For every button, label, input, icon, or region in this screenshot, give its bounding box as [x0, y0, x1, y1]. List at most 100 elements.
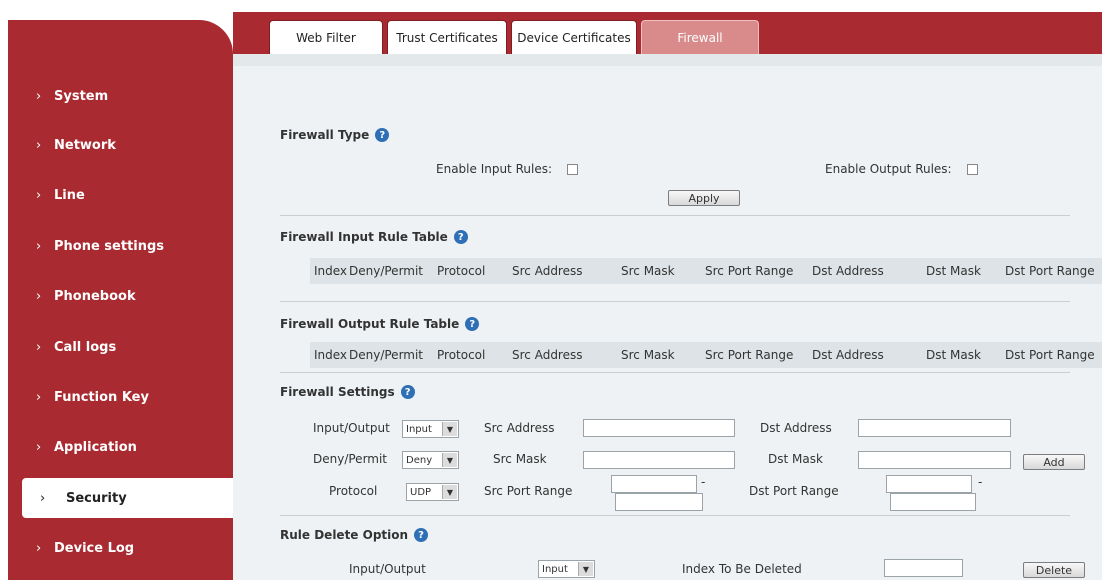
sidebar-item-label: Phone settings: [54, 238, 165, 254]
sidebar-item-label: Device Log: [54, 540, 135, 556]
delete-input-output-label: Input/Output: [349, 562, 426, 576]
sidebar-item-phone-settings[interactable]: › Phone settings: [8, 231, 233, 261]
sidebar-item-label: Call logs: [54, 339, 117, 355]
chevron-right-icon: ›: [36, 439, 42, 455]
section-divider: [280, 372, 1070, 373]
input-rule-table-title: Firewall Input Rule Table ?: [280, 230, 468, 244]
sidebar-item-label: System: [54, 88, 109, 104]
enable-input-rules-label: Enable Input Rules:: [436, 162, 552, 176]
enable-input-rules-checkbox[interactable]: [567, 164, 578, 175]
chevron-right-icon: ›: [36, 238, 42, 254]
tab-device-certificates[interactable]: Device Certificates: [511, 20, 637, 54]
tab-web-filter[interactable]: Web Filter: [269, 20, 383, 54]
section-title-text: Firewall Settings: [280, 385, 395, 399]
src-port-end-input[interactable]: [615, 493, 703, 511]
input-output-label: Input/Output: [313, 421, 390, 435]
enable-output-rules-checkbox[interactable]: [967, 164, 978, 175]
chevron-right-icon: ›: [36, 288, 42, 304]
rule-delete-option-title: Rule Delete Option ?: [280, 528, 429, 542]
dst-port-start-input[interactable]: [886, 475, 972, 493]
sidebar-item-line[interactable]: › Line: [8, 180, 233, 210]
tab-label: Device Certificates: [517, 30, 631, 45]
column-header-src-address: Src Address: [512, 264, 583, 278]
protocol-select[interactable]: UDP ▼: [406, 483, 459, 501]
src-port-range-label: Src Port Range: [484, 484, 573, 498]
tab-firewall[interactable]: Firewall: [641, 20, 759, 54]
input-output-select[interactable]: Input ▼: [402, 420, 459, 438]
header-bar: Web Filter Trust Certificates Device Cer…: [233, 12, 1102, 54]
column-header-deny-permit: Deny/Permit: [349, 348, 424, 362]
sidebar-item-device-log[interactable]: › Device Log: [8, 533, 233, 563]
sidebar-item-label: Security: [66, 490, 127, 506]
deny-permit-select[interactable]: Deny ▼: [402, 451, 459, 469]
chevron-right-icon: ›: [36, 540, 42, 556]
chevron-right-icon: ›: [40, 490, 46, 506]
section-divider: [280, 515, 1070, 516]
tab-trust-certificates[interactable]: Trust Certificates: [387, 20, 507, 54]
dst-mask-input[interactable]: [858, 451, 1011, 469]
input-rule-table-header: Index Deny/Permit Protocol Src Address S…: [310, 258, 1102, 284]
column-header-protocol: Protocol: [437, 264, 486, 278]
apply-button-label: Apply: [688, 191, 720, 205]
sidebar-item-security[interactable]: › Security: [22, 478, 233, 518]
sidebar-item-phonebook[interactable]: › Phonebook: [8, 281, 233, 311]
chevron-right-icon: ›: [36, 88, 42, 104]
sidebar-item-call-logs[interactable]: › Call logs: [8, 332, 233, 362]
help-icon[interactable]: ?: [400, 385, 415, 399]
column-header-dst-mask: Dst Mask: [926, 264, 981, 278]
chevron-right-icon: ›: [36, 137, 42, 153]
src-mask-label: Src Mask: [493, 452, 547, 466]
index-to-be-deleted-label: Index To Be Deleted: [682, 562, 802, 576]
sidebar-item-system[interactable]: › System: [8, 81, 233, 111]
column-header-src-mask: Src Mask: [621, 348, 675, 362]
src-mask-input[interactable]: [583, 451, 735, 469]
select-value: Input: [542, 563, 568, 575]
sidebar-item-network[interactable]: › Network: [8, 130, 233, 160]
src-port-start-input[interactable]: [611, 475, 697, 493]
help-icon[interactable]: ?: [453, 230, 468, 244]
column-header-dst-port-range: Dst Port Range: [1005, 264, 1095, 278]
column-header-src-port-range: Src Port Range: [705, 348, 794, 362]
section-title-text: Firewall Type: [280, 128, 370, 142]
output-rule-table-title: Firewall Output Rule Table ?: [280, 317, 480, 331]
chevron-right-icon: ›: [36, 339, 42, 355]
sidebar-item-label: Line: [54, 187, 85, 203]
enable-output-rules-label: Enable Output Rules:: [825, 162, 952, 176]
column-header-src-mask: Src Mask: [621, 264, 675, 278]
chevron-right-icon: ›: [36, 187, 42, 203]
help-icon[interactable]: ?: [465, 317, 480, 331]
dst-port-range-label: Dst Port Range: [749, 484, 839, 498]
column-header-index: Index: [314, 348, 348, 362]
content-top-strip: [233, 54, 1102, 66]
column-header-protocol: Protocol: [437, 348, 486, 362]
help-icon[interactable]: ?: [375, 128, 390, 142]
sidebar-item-application[interactable]: › Application: [8, 432, 233, 462]
select-value: Deny: [406, 454, 433, 466]
column-header-dst-address: Dst Address: [812, 264, 884, 278]
firewall-settings-title: Firewall Settings ?: [280, 385, 415, 399]
column-header-dst-address: Dst Address: [812, 348, 884, 362]
dst-mask-label: Dst Mask: [768, 452, 823, 466]
select-value: Input: [406, 423, 432, 435]
delete-button[interactable]: Delete: [1023, 562, 1085, 578]
section-title-text: Firewall Output Rule Table: [280, 317, 460, 331]
apply-button[interactable]: Apply: [668, 190, 740, 206]
src-address-input[interactable]: [583, 419, 735, 437]
deny-permit-label: Deny/Permit: [313, 452, 388, 466]
add-button-label: Add: [1043, 455, 1065, 469]
delete-input-output-select[interactable]: Input ▼: [538, 560, 595, 578]
column-header-src-address: Src Address: [512, 348, 583, 362]
sidebar-item-function-key[interactable]: › Function Key: [8, 382, 233, 412]
select-value: UDP: [410, 486, 432, 498]
section-title-text: Rule Delete Option: [280, 528, 409, 542]
sidebar-item-label: Function Key: [54, 389, 149, 405]
section-divider: [280, 301, 1070, 302]
dst-port-end-input[interactable]: [890, 493, 976, 511]
range-separator: -: [978, 475, 983, 489]
index-to-be-deleted-input[interactable]: [884, 559, 963, 577]
help-icon[interactable]: ?: [414, 528, 429, 542]
column-header-deny-permit: Deny/Permit: [349, 264, 424, 278]
add-button[interactable]: Add: [1023, 454, 1085, 470]
dst-address-input[interactable]: [858, 419, 1011, 437]
chevron-down-icon: ▼: [442, 485, 457, 499]
